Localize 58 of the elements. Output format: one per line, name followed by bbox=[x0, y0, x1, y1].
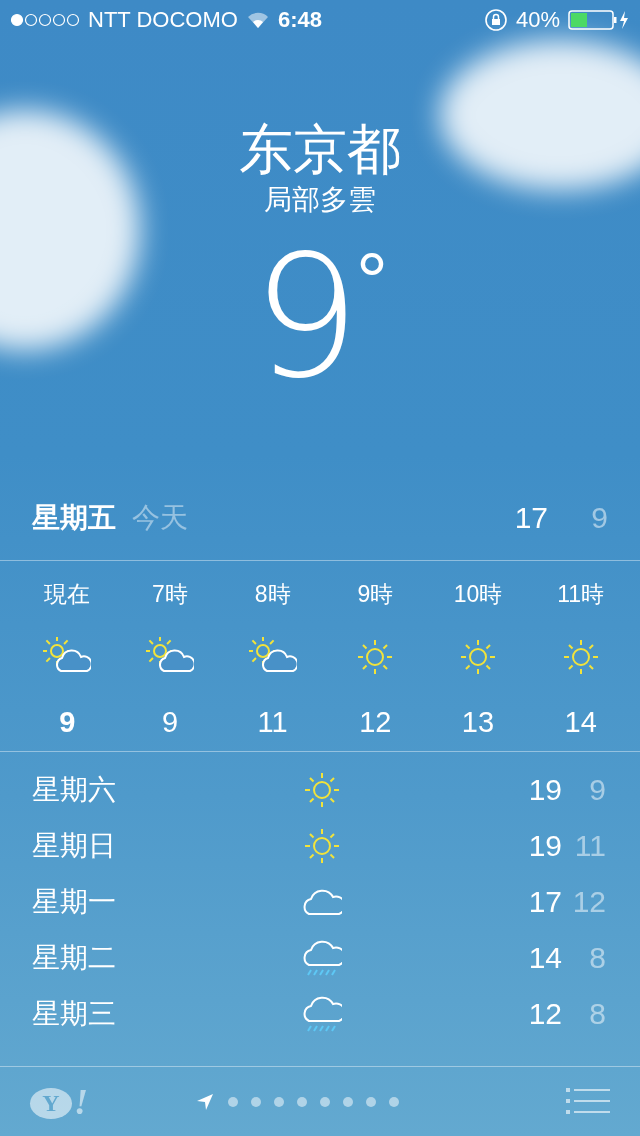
hour-label: 10時 bbox=[453, 580, 503, 609]
hour-label: 9時 bbox=[357, 580, 394, 609]
rain-cloud-icon bbox=[302, 938, 342, 978]
hour-temperature: 13 bbox=[461, 705, 495, 739]
sun-icon bbox=[302, 826, 342, 866]
page-dot[interactable] bbox=[343, 1096, 353, 1107]
high-temperature: 17 bbox=[513, 501, 548, 535]
hour-label: 7時 bbox=[152, 580, 188, 609]
low-temperature: 8 bbox=[588, 941, 606, 975]
page-dot[interactable] bbox=[251, 1096, 261, 1107]
sun-icon bbox=[302, 770, 342, 810]
weekday: 星期五 bbox=[32, 501, 116, 535]
location-arrow-icon[interactable] bbox=[195, 1091, 215, 1112]
cloud-icon bbox=[302, 887, 342, 917]
weekday: 星期六 bbox=[32, 773, 117, 807]
carrier-name: NTT DOCOMO bbox=[88, 7, 238, 33]
hour-label: 現在 bbox=[44, 580, 91, 609]
low-temperature: 9 bbox=[590, 501, 608, 535]
high-temperature: 19 bbox=[527, 773, 562, 807]
weekday: 星期日 bbox=[32, 829, 117, 863]
battery-percentage: 40% bbox=[515, 7, 560, 33]
low-temperature: 8 bbox=[588, 997, 606, 1031]
high-temperature: 14 bbox=[527, 941, 562, 975]
logo[interactable]: Y bbox=[30, 1087, 72, 1119]
hour-temperature: 14 bbox=[564, 705, 597, 739]
list-icon[interactable] bbox=[566, 1087, 610, 1116]
high-temperature: 19 bbox=[527, 829, 562, 863]
sun-icon bbox=[458, 637, 498, 677]
weekday: 星期一 bbox=[32, 885, 117, 919]
logo-exclamation: ! bbox=[74, 1084, 88, 1119]
today-label: 今天 bbox=[132, 501, 188, 535]
weekday: 星期二 bbox=[32, 941, 117, 975]
hour-label: 11時 bbox=[557, 580, 605, 609]
rain-cloud-icon bbox=[302, 994, 342, 1034]
page-dot[interactable] bbox=[389, 1096, 399, 1107]
page-dot[interactable] bbox=[297, 1096, 307, 1107]
page-dot[interactable] bbox=[320, 1096, 330, 1107]
hour-temperature: 9 bbox=[161, 705, 179, 739]
low-temperature: 11 bbox=[573, 829, 606, 863]
hour-temperature: 11 bbox=[257, 705, 288, 739]
hour-label: 8時 bbox=[254, 580, 291, 609]
rotation-lock-icon bbox=[483, 8, 508, 32]
status-time: 6:48 bbox=[277, 7, 322, 33]
weekday: 星期三 bbox=[32, 997, 117, 1031]
wifi-icon bbox=[245, 11, 270, 29]
page-dot[interactable] bbox=[366, 1096, 376, 1107]
page-dot[interactable] bbox=[228, 1096, 238, 1107]
low-temperature: 12 bbox=[571, 885, 606, 919]
signal-strength-icon bbox=[10, 13, 80, 27]
hour-temperature: 12 bbox=[359, 705, 392, 739]
high-temperature: 17 bbox=[527, 885, 562, 919]
hour-temperature: 9 bbox=[59, 705, 76, 739]
low-temperature: 9 bbox=[588, 773, 606, 807]
weather-condition: 局部多雲 bbox=[264, 183, 376, 217]
city-name: 东京都 bbox=[239, 118, 401, 180]
page-dot[interactable] bbox=[274, 1096, 284, 1107]
battery-charging-icon bbox=[568, 9, 630, 31]
high-temperature: 12 bbox=[527, 997, 562, 1031]
